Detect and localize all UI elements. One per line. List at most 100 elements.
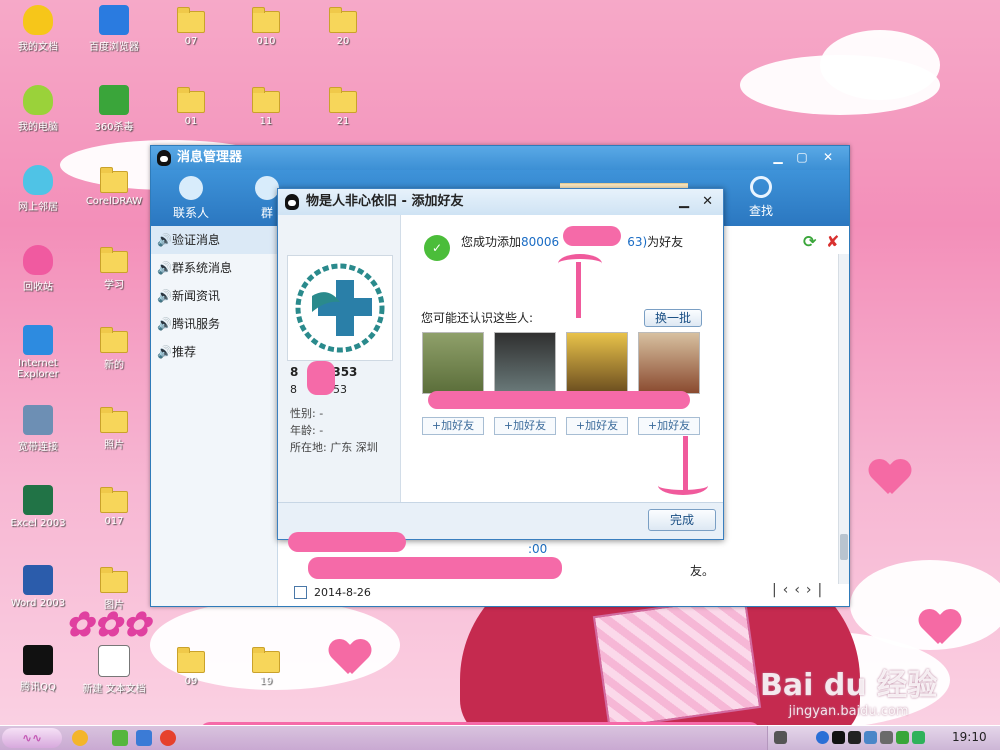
- add-friend-button[interactable]: +加好友: [566, 417, 628, 435]
- tab-group-label: 群: [260, 206, 273, 220]
- taskbar: ∿∿ 19:10: [0, 725, 1000, 750]
- add-friend-button[interactable]: +加好友: [422, 417, 484, 435]
- desktop-icon[interactable]: 学习: [78, 245, 150, 291]
- window-titlebar[interactable]: 消息管理器 ▁ ▢ ✕: [151, 146, 849, 170]
- desktop-icon-label: 01: [184, 116, 198, 127]
- desktop-icon[interactable]: Excel 2003: [2, 485, 74, 529]
- desktop-icon[interactable]: Word 2003: [2, 565, 74, 609]
- desktop-icon[interactable]: 360杀毒: [78, 85, 150, 133]
- refresh-icon[interactable]: ⟳: [803, 232, 816, 251]
- desktop-icon[interactable]: 017: [78, 485, 150, 527]
- suggested-friend-photo[interactable]: [422, 332, 484, 394]
- minimize-icon[interactable]: ▁: [679, 189, 689, 215]
- desktop-icon[interactable]: 照片: [78, 405, 150, 451]
- desktop-icon[interactable]: 19: [230, 645, 302, 687]
- desktop-icon-label: 我的电脑: [18, 122, 58, 133]
- folder-icon: [177, 87, 205, 113]
- desktop-icon[interactable]: 010: [230, 5, 302, 47]
- desktop-icon-label: 图片: [104, 600, 124, 611]
- desktop-icon-label: 腾讯QQ: [20, 682, 56, 693]
- desktop-icon[interactable]: 百度浏览器: [78, 5, 150, 53]
- quick-launch-icon[interactable]: [160, 730, 176, 746]
- minimize-icon[interactable]: ▁: [769, 149, 787, 165]
- excel-icon: [23, 485, 53, 515]
- volume-icon[interactable]: [880, 731, 893, 744]
- search-icon: [750, 176, 772, 198]
- delete-icon[interactable]: ✘: [826, 232, 839, 251]
- window-title: 消息管理器: [177, 150, 243, 165]
- qq-penguin-icon: [157, 150, 171, 166]
- desktop-icon[interactable]: 21: [307, 85, 379, 127]
- desktop-icon[interactable]: CorelDRAW: [78, 165, 150, 207]
- refresh-batch-button[interactable]: 换一批: [644, 309, 702, 327]
- desktop-icon[interactable]: 我的电脑: [2, 85, 74, 133]
- desktop-icon[interactable]: 图片: [78, 565, 150, 611]
- desktop-icon-label: 19: [259, 676, 273, 687]
- tab-contacts[interactable]: 联系人: [161, 174, 221, 221]
- desktop-icon-label: 21: [336, 116, 350, 127]
- redaction-mark: [288, 532, 406, 552]
- desktop-icon[interactable]: 09: [155, 645, 227, 687]
- contact-icon: [179, 176, 203, 200]
- desktop-icon[interactable]: 新的: [78, 325, 150, 371]
- desktop-icon[interactable]: 我的文档: [2, 5, 74, 53]
- message-date: 2014-8-26: [314, 586, 371, 599]
- desktop-icon-label: 学习: [104, 280, 124, 291]
- clock[interactable]: 19:10: [952, 730, 987, 744]
- sidebar-item-recommend[interactable]: 🔊推荐: [151, 338, 277, 366]
- desktop-icon[interactable]: 07: [155, 5, 227, 47]
- quick-launch-icon[interactable]: [72, 730, 88, 746]
- qq-penguin-icon: [285, 194, 299, 210]
- desktop-icon[interactable]: 20: [307, 5, 379, 47]
- desktop-icon-label: 宽带连接: [18, 442, 58, 453]
- scrollbar[interactable]: [838, 254, 849, 584]
- quick-launch-icon[interactable]: [112, 730, 128, 746]
- suggested-friend-photo[interactable]: [638, 332, 700, 394]
- sidebar-item-news[interactable]: 🔊新闻资讯: [151, 282, 277, 310]
- quick-launch-icon[interactable]: [136, 730, 152, 746]
- keyboard-icon[interactable]: [774, 731, 787, 744]
- heart-decoration: [330, 640, 370, 676]
- pager[interactable]: |‹‹›|: [772, 582, 828, 598]
- add-friend-button[interactable]: +加好友: [494, 417, 556, 435]
- sidebar-item-tencent-service[interactable]: 🔊腾讯服务: [151, 310, 277, 338]
- sidebar-item-group-system[interactable]: 🔊群系统消息: [151, 254, 277, 282]
- dialog-titlebar[interactable]: 物是人非心依旧 - 添加好友 ▁ ✕: [278, 189, 723, 215]
- qq-icon: [23, 645, 53, 675]
- desktop-icon[interactable]: 网上邻居: [2, 165, 74, 213]
- close-icon[interactable]: ✕: [819, 149, 837, 165]
- heart-decoration: [870, 460, 910, 496]
- desktop-icon[interactable]: Internet Explorer: [2, 325, 74, 380]
- tab-contacts-label: 联系人: [172, 206, 209, 220]
- security-icon[interactable]: [896, 731, 909, 744]
- desktop-icon[interactable]: 宽带连接: [2, 405, 74, 453]
- add-friend-button[interactable]: +加好友: [638, 417, 700, 435]
- network-icon[interactable]: [864, 731, 877, 744]
- desktop-icon-label: 010: [256, 36, 276, 47]
- suggested-friend-photo[interactable]: [566, 332, 628, 394]
- shield-icon[interactable]: [912, 731, 925, 744]
- folder-icon: [100, 327, 128, 353]
- desktop-icon[interactable]: 腾讯QQ: [2, 645, 74, 693]
- desktop-icon[interactable]: 01: [155, 85, 227, 127]
- tab-search[interactable]: 查找: [731, 174, 791, 219]
- desktop-icon[interactable]: 新建 文本文档: [78, 645, 150, 695]
- qq-tray-icon[interactable]: [832, 731, 845, 744]
- done-button[interactable]: 完成: [648, 509, 716, 531]
- calendar-icon: [294, 586, 307, 599]
- sidebar-item-verify[interactable]: 🔊验证消息: [151, 226, 277, 254]
- annotation-arrowhead-down: [658, 476, 708, 495]
- desktop-icon[interactable]: 回收站: [2, 245, 74, 293]
- desktop-icon[interactable]: 11: [230, 85, 302, 127]
- close-icon[interactable]: ✕: [702, 189, 713, 215]
- add-friend-dialog[interactable]: 物是人非心依旧 - 添加好友 ▁ ✕ 8 353 8 53 性别: - 年龄: - …: [277, 188, 724, 540]
- folder-icon: [329, 7, 357, 33]
- input-method-icon[interactable]: [816, 731, 829, 744]
- suggested-friend-photo[interactable]: [494, 332, 556, 394]
- maximize-icon[interactable]: ▢: [793, 149, 811, 165]
- desktop-icon-label: 20: [336, 36, 350, 47]
- profile-age: 年龄: -: [290, 424, 324, 437]
- start-button[interactable]: ∿∿: [2, 728, 62, 748]
- desktop-icon-label: 新建 文本文档: [82, 684, 146, 695]
- qq-tray-icon[interactable]: [848, 731, 861, 744]
